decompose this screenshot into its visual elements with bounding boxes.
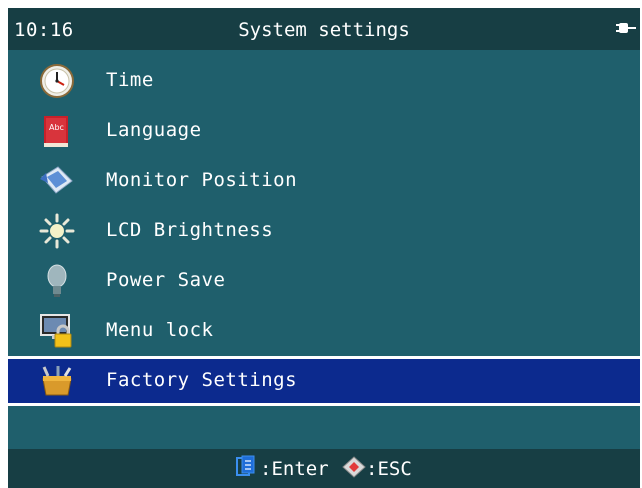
menu-item-power-save[interactable]: Power Save — [8, 256, 640, 306]
esc-hint-label: :ESC — [366, 458, 412, 480]
menu-item-language[interactable]: Abc Language — [8, 106, 640, 156]
menu-item-label: Power Save — [106, 269, 226, 291]
menu-item-lcd-brightness[interactable]: LCD Brightness — [8, 206, 640, 256]
enter-key-icon — [236, 455, 255, 476]
device-screen: 10:16 System settings Time Abc Language … — [8, 8, 640, 488]
toolbox-icon — [42, 366, 72, 396]
page-title: System settings — [238, 19, 410, 41]
language-book-icon: Abc — [44, 116, 68, 147]
power-plug-icon — [616, 23, 636, 33]
esc-key-icon — [342, 456, 366, 478]
menu-item-time[interactable]: Time — [8, 56, 640, 106]
menu-item-label: Time — [106, 69, 154, 91]
title-bar: 10:16 System settings — [8, 8, 640, 50]
menu-item-factory-settings[interactable]: Factory Settings — [8, 356, 640, 406]
menu-item-monitor-position[interactable]: Monitor Position — [8, 156, 640, 206]
monitor-lock-icon — [40, 314, 72, 348]
menu-item-label: Factory Settings — [106, 369, 298, 391]
footer-hint-bar: :Enter :ESC — [8, 449, 640, 488]
menu-item-label: Monitor Position — [106, 169, 298, 191]
enter-hint-label: :Enter — [260, 458, 329, 480]
settings-menu: Time Abc Language Monitor Position LCD B… — [8, 56, 640, 406]
clock-icon — [40, 64, 74, 98]
lightbulb-icon — [47, 264, 67, 297]
monitor-position-icon — [40, 166, 73, 194]
svg-text:Abc: Abc — [49, 123, 64, 132]
menu-item-menu-lock[interactable]: Menu lock — [8, 306, 640, 356]
menu-item-label: Menu lock — [106, 319, 214, 341]
sun-brightness-icon — [39, 213, 75, 249]
menu-item-label: LCD Brightness — [106, 219, 274, 241]
menu-item-label: Language — [106, 119, 202, 141]
